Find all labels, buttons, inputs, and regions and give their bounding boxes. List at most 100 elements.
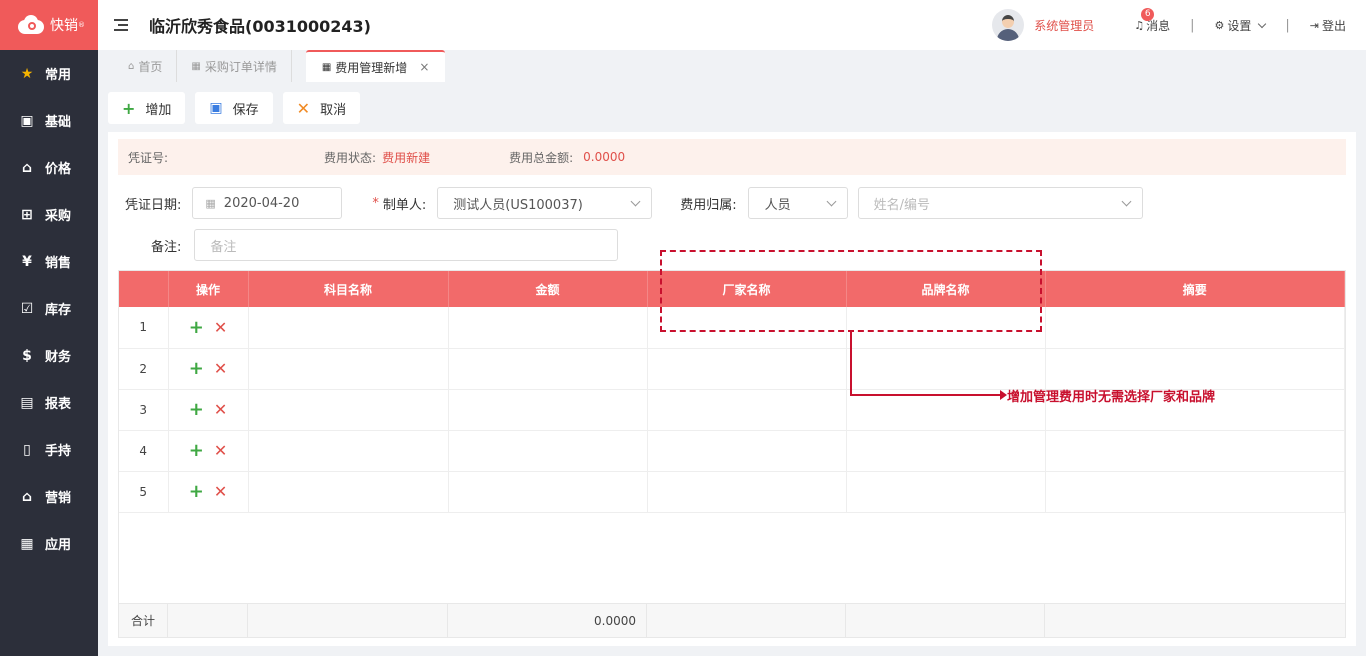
tag-icon: ⌂ (21, 159, 33, 176)
logout-button[interactable]: ⇥ 登出 (1310, 17, 1346, 34)
tab-home[interactable]: ⌂ 首页 (114, 50, 178, 82)
save-icon: ▣ (209, 100, 223, 116)
sidebar-item-common[interactable]: ★ 常用 (0, 50, 98, 97)
brand-cell[interactable] (846, 430, 1046, 472)
sidebar-item-apps[interactable]: ▦ 应用 (0, 520, 98, 567)
delete-row-icon[interactable]: ✕ (214, 482, 227, 501)
amount-cell[interactable] (448, 307, 648, 349)
delete-row-icon[interactable]: ✕ (214, 318, 227, 337)
add-button-label: 增加 (145, 102, 172, 118)
maker-select[interactable]: 测试人员(US100037) (437, 187, 653, 219)
add-row-icon[interactable]: + (189, 358, 204, 379)
delete-row-icon[interactable]: ✕ (214, 359, 227, 378)
col-header-operation: 操作 (168, 271, 249, 307)
remark-label: 备注: (151, 239, 182, 255)
subject-cell[interactable] (248, 389, 449, 431)
voucher-no-label: 凭证号: (128, 150, 169, 165)
brand-cell[interactable] (846, 471, 1046, 513)
top-header: 临沂欣秀食品(0031000243) 系统管理员 ♫ 6 消息 | ⚙ 设置 |… (98, 0, 1366, 50)
checkbox-icon: ☑ (20, 300, 34, 317)
sidebar-item-finance[interactable]: $ 财务 (0, 332, 98, 379)
total-amount-value: 0.0000 (583, 150, 626, 164)
add-row-icon[interactable]: + (189, 440, 204, 461)
cloud-logo-icon (16, 14, 46, 36)
sidebar-item-label: 价格 (45, 162, 72, 177)
summary-cell[interactable] (1045, 348, 1345, 390)
delete-row-icon[interactable]: ✕ (214, 400, 227, 419)
settings-dropdown[interactable]: ⚙ 设置 (1214, 17, 1267, 34)
sidebar-item-basic[interactable]: ▣ 基础 (0, 97, 98, 144)
message-count-badge: 6 (1141, 7, 1155, 21)
brand-cell[interactable] (846, 348, 1046, 390)
subject-cell[interactable] (248, 430, 449, 472)
add-row-icon[interactable]: + (189, 399, 204, 420)
amount-cell[interactable] (448, 389, 648, 431)
annotation-highlight-box (660, 250, 1042, 332)
date-label: 凭证日期: (125, 197, 182, 213)
sidebar-item-inventory[interactable]: ☑ 库存 (0, 285, 98, 332)
delete-row-icon[interactable]: ✕ (214, 441, 227, 460)
close-icon: ✕ (296, 98, 311, 118)
manufacturer-cell[interactable] (647, 348, 847, 390)
sidebar-item-marketing[interactable]: ⌂ 营销 (0, 473, 98, 520)
cancel-button[interactable]: ✕ 取消 (282, 92, 361, 124)
sidebar-item-sales[interactable]: ¥ 销售 (0, 238, 98, 285)
amount-cell[interactable] (448, 348, 648, 390)
tab-bar: ⌂ 首页 ▦ 采购订单详情 ▦ 费用管理新增 × (98, 50, 1366, 82)
subject-cell[interactable] (248, 307, 449, 349)
sidebar-item-label: 营销 (45, 491, 72, 506)
col-header-summary[interactable]: 摘要 (1045, 271, 1345, 307)
sidebar-item-label: 财务 (45, 350, 72, 365)
app-logo[interactable]: 快销 ® (0, 0, 98, 50)
chevron-down-icon (826, 196, 837, 207)
subject-cell[interactable] (248, 471, 449, 513)
menu-toggle-icon[interactable] (114, 19, 128, 31)
maker-label: 制单人: (382, 197, 427, 213)
save-button[interactable]: ▣ 保存 (195, 92, 273, 124)
tab-purchase-order-detail[interactable]: ▦ 采购订单详情 (177, 50, 292, 82)
arrow-right-icon (1000, 390, 1007, 400)
footer-empty (168, 604, 248, 637)
manufacturer-cell[interactable] (647, 430, 847, 472)
person-placeholder: 姓名/编号 (873, 197, 931, 213)
belong-select[interactable]: 人员 (747, 187, 848, 219)
user-name[interactable]: 系统管理员 (1034, 17, 1094, 34)
logo-text: 快销 (50, 18, 78, 34)
messages-button[interactable]: ♫ 6 消息 (1134, 7, 1170, 34)
subject-cell[interactable] (248, 348, 449, 390)
home-icon: ⌂ (128, 60, 135, 72)
summary-cell[interactable] (1045, 471, 1345, 513)
sidebar-item-price[interactable]: ⌂ 价格 (0, 144, 98, 191)
col-header-amount[interactable]: 金额 (448, 271, 648, 307)
grid-icon: ▦ (191, 60, 201, 72)
sidebar-item-purchase[interactable]: ⊞ 采购 (0, 191, 98, 238)
col-header-subject[interactable]: 科目名称 (248, 271, 449, 307)
save-button-label: 保存 (232, 102, 259, 118)
sidebar-item-handheld[interactable]: ▯ 手持 (0, 426, 98, 473)
amount-cell[interactable] (448, 471, 648, 513)
sidebar-item-label: 库存 (45, 303, 72, 318)
footer-empty (647, 604, 846, 637)
summary-cell[interactable] (1045, 307, 1345, 349)
remark-input[interactable]: 备注 (194, 229, 619, 261)
row-index: 5 (119, 471, 169, 513)
manufacturer-cell[interactable] (647, 389, 847, 431)
sidebar-item-label: 手持 (45, 444, 72, 459)
date-field[interactable]: ▦ 2020-04-20 (192, 187, 343, 219)
tab-expense-new[interactable]: ▦ 费用管理新增 × (305, 50, 446, 82)
amount-cell[interactable] (448, 430, 648, 472)
manufacturer-cell[interactable] (647, 471, 847, 513)
close-icon[interactable]: × (419, 60, 429, 74)
avatar[interactable] (992, 9, 1025, 41)
summary-cell[interactable] (1045, 430, 1345, 472)
sidebar-item-label: 采购 (45, 209, 72, 224)
chevron-down-icon (1121, 196, 1132, 207)
chevron-down-icon (630, 196, 641, 207)
add-row-icon[interactable]: + (189, 481, 204, 502)
apps-icon: ▦ (20, 535, 34, 552)
person-select[interactable]: 姓名/编号 (857, 187, 1143, 219)
add-button[interactable]: + 增加 (108, 92, 186, 124)
sidebar-item-reports[interactable]: ▤ 报表 (0, 379, 98, 426)
sidebar-item-label: 报表 (45, 397, 72, 412)
add-row-icon[interactable]: + (189, 317, 204, 338)
